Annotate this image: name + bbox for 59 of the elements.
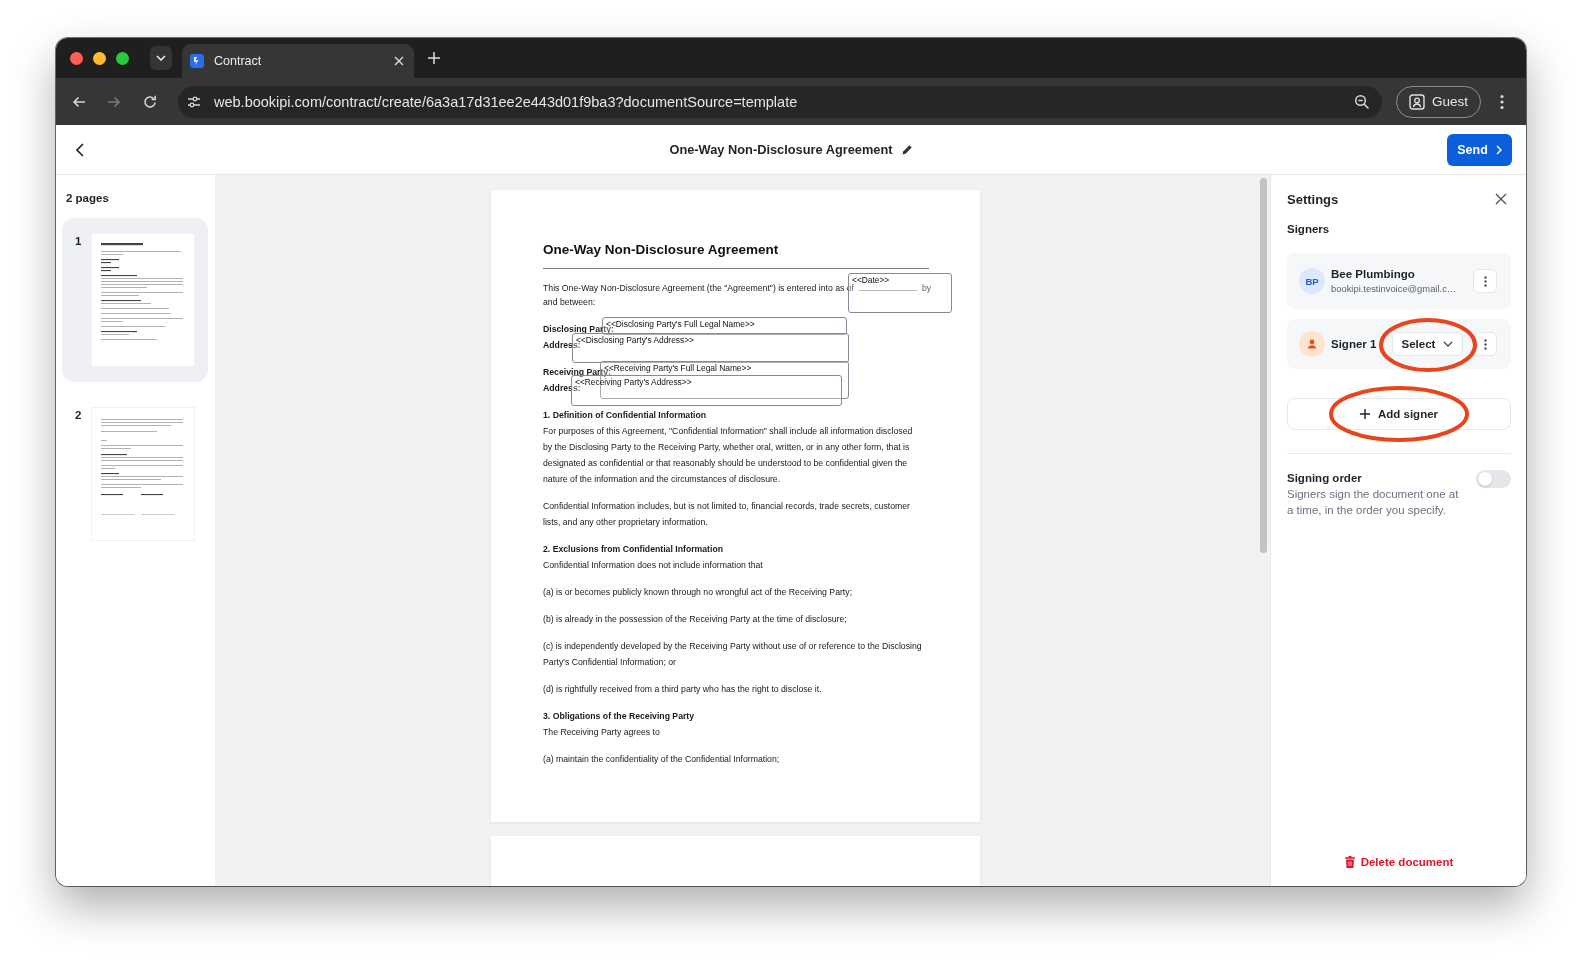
signer-select[interactable]: Select	[1392, 332, 1463, 356]
signer-name: Signer 1	[1331, 338, 1377, 350]
kebab-menu-icon[interactable]	[1500, 93, 1504, 110]
document-paragraph: For purposes of this Agreement, "Confidential Information" shall include all information disclosed by the Disclosing Party to the Receiving Party, whether oral, written, or in any other form, that is designated as confidential or that reasonably should be understood to be confidential given the nature of the information and the circumstances of disclosure.	[543, 425, 914, 486]
reload-icon[interactable]	[142, 93, 158, 110]
send-button[interactable]: Send	[1447, 133, 1512, 166]
chevron-down-icon	[1443, 341, 1454, 347]
intro-text: and between:	[543, 296, 596, 309]
signing-order-title: Signing order	[1287, 471, 1362, 486]
document-paragraph: Confidential Information includes, but is not limited to, financial records, trade secrets, customer lists, and any other proprietary information.	[543, 500, 911, 529]
page-thumbnail-item[interactable]: 2	[62, 392, 208, 556]
plus-icon	[1359, 409, 1370, 419]
tab-list-button[interactable]	[150, 46, 172, 70]
document-paragraph: The Receiving Party agrees to	[543, 726, 660, 739]
delete-document-button[interactable]: Delete document	[1344, 854, 1454, 870]
url-text: web.bookipi.com/contract/create/6a3a17d31ee2e443d01f9ba3?documentSource=template	[214, 93, 798, 110]
browser-tab[interactable]: Contract	[182, 44, 414, 78]
document-paragraph: (d) is rightfully received from a third party who has the right to disclose it.	[543, 683, 822, 696]
more-button[interactable]	[1473, 269, 1497, 293]
intro-text: by	[922, 282, 932, 295]
chevron-down-icon	[156, 55, 166, 61]
signing-order-toggle[interactable]	[1476, 470, 1511, 488]
document-paragraph: Confidential Information does not include information that	[543, 559, 763, 572]
zoom-icon[interactable]	[1354, 93, 1370, 110]
chevron-right-icon	[1495, 144, 1502, 155]
kebab-icon	[1483, 275, 1487, 287]
page-count: 2 pages	[66, 191, 109, 206]
close-window-icon[interactable]	[70, 51, 83, 65]
avatar: BP	[1299, 268, 1325, 294]
document-paragraph: (a) maintain the confidentiality of the Confidential Information;	[543, 753, 780, 766]
section-heading: 3. Obligations of the Receiving Party	[543, 710, 695, 723]
document-paragraph: (c) is independently developed by the Receiving Party without use of or reference to the Disclosing Party's Confidential Information; or	[543, 640, 923, 669]
document-title: One-Way Non-Disclosure Agreement	[669, 142, 893, 157]
address-bar[interactable]: web.bookipi.com/contract/create/6a3a17d31ee2e443d01f9ba3?documentSource=template	[178, 85, 1382, 118]
section-heading: 2. Exclusions from Confidential Information	[543, 543, 724, 556]
trash-icon	[1344, 856, 1355, 868]
pencil-icon[interactable]	[901, 144, 913, 155]
add-signer-button[interactable]: Add signer	[1287, 398, 1511, 430]
section-heading: 1. Definition of Confidential Information	[543, 409, 707, 422]
signing-order-description: Signers sign the document one at a time, in the order you specify.	[1287, 487, 1460, 518]
signer-email: bookipi.testinvoice@gmail.c…	[1331, 283, 1457, 294]
page-thumbnail-item[interactable]: 1	[62, 218, 208, 382]
maximize-window-icon[interactable]	[116, 51, 129, 65]
document-paragraph: (a) is or becomes publicly known through no wrongful act of the Receiving Party;	[543, 586, 853, 599]
back-chevron-icon[interactable]	[76, 142, 84, 157]
kebab-icon	[1483, 338, 1487, 350]
document-paragraph: (b) is already in the possession of the Receiving Party at the time of disclosure;	[543, 613, 847, 626]
tune-icon[interactable]	[187, 94, 201, 109]
profile-icon	[1409, 93, 1425, 110]
favicon-icon	[190, 54, 204, 68]
close-icon[interactable]	[1495, 193, 1507, 205]
document-heading: One-Way Non-Disclosure Agreement	[543, 241, 779, 259]
scrollbar-thumb[interactable]	[1260, 178, 1267, 553]
panel-title: Settings	[1287, 191, 1339, 207]
section-label: Signers	[1287, 222, 1330, 237]
minimize-window-icon[interactable]	[93, 51, 106, 65]
signer-name: Bee Plumbingo	[1331, 268, 1415, 280]
plus-icon[interactable]	[428, 52, 440, 64]
person-avatar-icon	[1299, 331, 1325, 357]
